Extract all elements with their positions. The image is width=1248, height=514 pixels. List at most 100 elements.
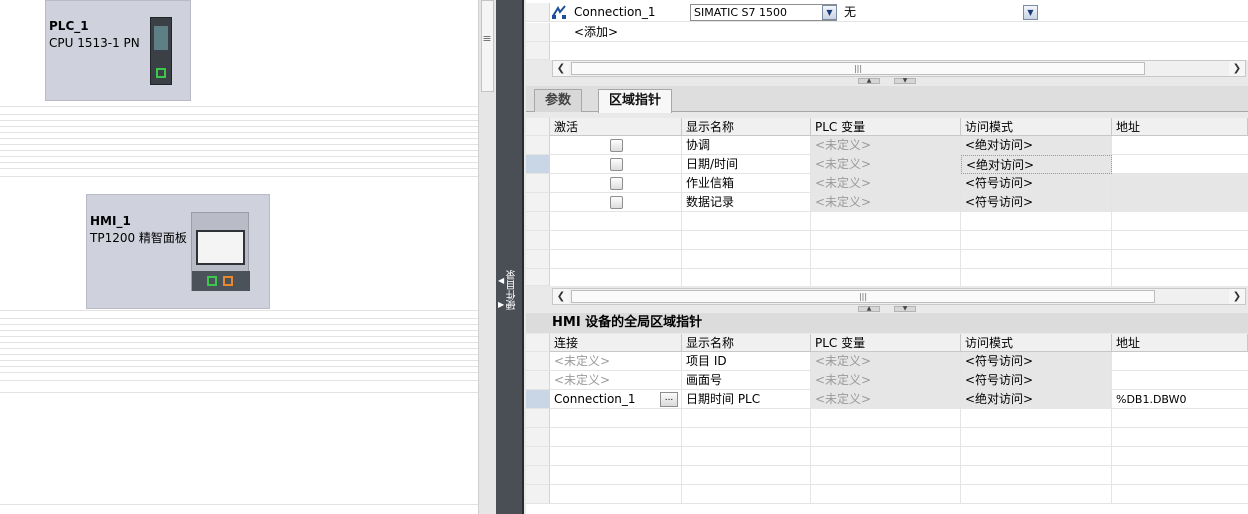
column-header[interactable]: 显示名称: [682, 334, 811, 352]
scroll-right-icon[interactable]: ❯: [1229, 289, 1245, 304]
splitter-down-icon[interactable]: ▼: [894, 78, 916, 84]
address[interactable]: %DB1.DBW0: [1112, 390, 1248, 409]
plc-tag[interactable]: <未定义>: [811, 352, 961, 371]
chevron-down-icon[interactable]: ▼: [1023, 5, 1038, 20]
address[interactable]: [1112, 174, 1248, 193]
drag-grip-icon[interactable]: ≡: [480, 32, 494, 45]
vertical-scrollbar[interactable]: [478, 0, 496, 514]
grid-line: [0, 318, 478, 319]
address[interactable]: [1112, 155, 1248, 174]
address[interactable]: [1112, 352, 1248, 371]
plc-device[interactable]: PLC_1 CPU 1513-1 PN: [45, 0, 191, 101]
chevron-down-icon[interactable]: ▼: [822, 5, 837, 20]
table-row: [526, 212, 1248, 231]
activate-checkbox[interactable]: [610, 177, 623, 190]
hardware-catalog-sidebar[interactable]: [496, 0, 522, 514]
scroll-left-icon[interactable]: ❮: [553, 61, 569, 76]
splitter-up-icon[interactable]: ▲: [858, 78, 880, 84]
column-header[interactable]: 连接: [550, 334, 682, 352]
access-mode[interactable]: <符号访问>: [961, 371, 1112, 390]
activate-checkbox[interactable]: [610, 139, 623, 152]
grid-line: [0, 106, 478, 107]
table-row[interactable]: 数据记录 <未定义> <符号访问>: [526, 193, 1248, 212]
column-header[interactable]: PLC 变量: [811, 334, 961, 352]
table-row[interactable]: 日期/时间 <未定义> <绝对访问>: [526, 155, 1248, 174]
column-header[interactable]: 访问模式: [961, 334, 1112, 352]
table-row: [526, 269, 1248, 288]
column-header[interactable]: 访问模式: [961, 118, 1112, 136]
port-green-icon: [156, 68, 166, 78]
display-name: 协调: [682, 136, 811, 155]
connection-name[interactable]: Connection_1: [570, 3, 690, 22]
splitter-up-icon[interactable]: ▲: [858, 306, 880, 312]
connection-cell[interactable]: <未定义>: [550, 352, 682, 371]
tab-area-pointers[interactable]: 区域指针: [598, 89, 673, 113]
scrollbar-thumb[interactable]: [481, 0, 494, 92]
table-row[interactable]: 协调 <未定义> <绝对访问>: [526, 136, 1248, 155]
grid-line: [0, 150, 478, 151]
grid-line: [0, 156, 478, 157]
collapse-arrow-icon[interactable]: ▶: [498, 300, 504, 309]
access-mode[interactable]: <绝对访问>: [961, 155, 1112, 174]
hmi-type: TP1200 精智面板: [90, 231, 187, 245]
address[interactable]: [1112, 193, 1248, 212]
access-mode[interactable]: <绝对访问>: [961, 136, 1112, 155]
grid-line: [0, 372, 478, 373]
table-row[interactable]: Connection_1 ... 日期时间 PLC <未定义> <绝对访问> %…: [526, 390, 1248, 409]
table-row[interactable]: Connection_1 SIMATIC S7 1500 ▼ 无 ▼: [526, 3, 1248, 22]
scrollbar-thumb[interactable]: |||: [571, 290, 1155, 303]
properties-panel: Connection_1 SIMATIC S7 1500 ▼ 无 ▼ <添加> …: [522, 0, 1248, 514]
grid-line: [0, 504, 478, 505]
port-orange-icon: [223, 276, 233, 286]
display-name: 作业信箱: [682, 174, 811, 193]
collapse-arrow-icon[interactable]: ◀: [498, 276, 504, 285]
connection-cell[interactable]: <未定义>: [550, 371, 682, 390]
plc-tag[interactable]: <未定义>: [811, 193, 961, 212]
partner-device-select[interactable]: SIMATIC S7 1500: [690, 4, 837, 21]
access-mode[interactable]: <符号访问>: [961, 352, 1112, 371]
network-view[interactable]: PLC_1 CPU 1513-1 PN HMI_1 TP1200 精智面板: [0, 0, 478, 514]
sidebar-label[interactable]: 硬件目录: [505, 270, 520, 310]
grid-line: [0, 310, 478, 311]
plc-tag[interactable]: <未定义>: [811, 371, 961, 390]
plc-tag[interactable]: <未定义>: [811, 136, 961, 155]
plc-tag[interactable]: <未定义>: [811, 390, 961, 409]
browse-button[interactable]: ...: [660, 392, 678, 407]
address[interactable]: [1112, 136, 1248, 155]
table-row: [526, 231, 1248, 250]
column-header[interactable]: 地址: [1112, 334, 1248, 352]
table-row: [526, 485, 1248, 504]
horizontal-scrollbar[interactable]: ❮ ||| ❯: [552, 60, 1246, 77]
table-row: [526, 250, 1248, 269]
activate-checkbox[interactable]: [610, 196, 623, 209]
table-row[interactable]: <添加>: [526, 23, 1248, 42]
hmi-device[interactable]: HMI_1 TP1200 精智面板: [86, 194, 270, 309]
scroll-right-icon[interactable]: ❯: [1229, 61, 1245, 76]
column-header[interactable]: PLC 变量: [811, 118, 961, 136]
column-header[interactable]: 显示名称: [682, 118, 811, 136]
access-mode[interactable]: <绝对访问>: [961, 390, 1112, 409]
table-row: [526, 42, 1248, 61]
table-row[interactable]: <未定义> 项目 ID <未定义> <符号访问>: [526, 352, 1248, 371]
scroll-left-icon[interactable]: ❮: [553, 289, 569, 304]
column-header[interactable]: 地址: [1112, 118, 1248, 136]
address[interactable]: [1112, 371, 1248, 390]
add-connection[interactable]: <添加>: [570, 23, 690, 42]
connection-option[interactable]: 无: [840, 3, 1040, 22]
grid-line: [0, 176, 478, 177]
access-mode[interactable]: <符号访问>: [961, 193, 1112, 212]
activate-checkbox[interactable]: [610, 158, 623, 171]
plc-tag[interactable]: <未定义>: [811, 174, 961, 193]
column-header[interactable]: 激活: [550, 118, 682, 136]
table-row[interactable]: <未定义> 画面号 <未定义> <符号访问>: [526, 371, 1248, 390]
grid-line: [0, 342, 478, 343]
splitter-down-icon[interactable]: ▼: [894, 306, 916, 312]
horizontal-scrollbar[interactable]: ❮ ||| ❯: [552, 288, 1246, 305]
table-row[interactable]: 作业信箱 <未定义> <符号访问>: [526, 174, 1248, 193]
connection-icon: [552, 5, 566, 19]
tab-parameters[interactable]: 参数: [534, 89, 583, 112]
access-mode[interactable]: <符号访问>: [961, 174, 1112, 193]
scrollbar-thumb[interactable]: |||: [571, 62, 1145, 75]
plc-tag[interactable]: <未定义>: [811, 155, 961, 174]
grid-line: [0, 144, 478, 145]
